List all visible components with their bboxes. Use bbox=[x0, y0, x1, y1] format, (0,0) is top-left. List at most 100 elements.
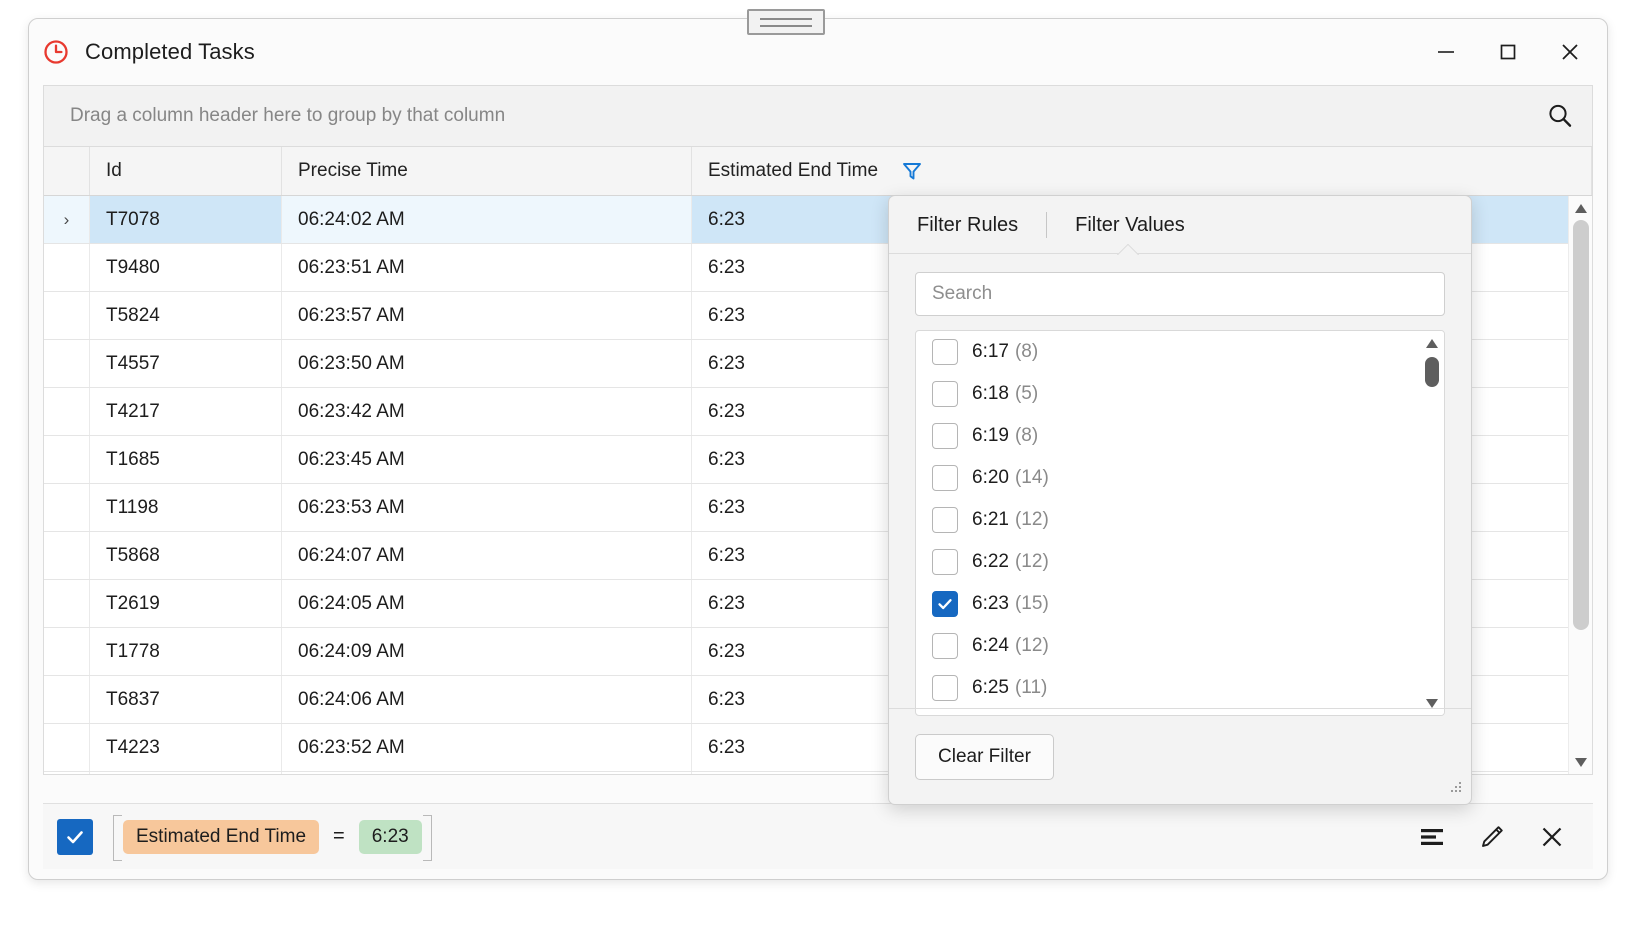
remove-filter-button[interactable] bbox=[1535, 820, 1569, 854]
filter-value-checkbox[interactable] bbox=[932, 339, 958, 365]
filter-value-count: (14) bbox=[1015, 467, 1049, 489]
filter-value-item[interactable]: 6:23(15) bbox=[916, 583, 1444, 625]
cell-precise-time[interactable]: 06:24:02 AM bbox=[282, 196, 692, 243]
cell-precise-time[interactable]: 06:24:05 AM bbox=[282, 580, 692, 627]
filter-value-item[interactable]: 6:21(12) bbox=[916, 499, 1444, 541]
close-icon bbox=[1539, 824, 1565, 850]
row-expander[interactable] bbox=[44, 292, 90, 339]
filter-value-item[interactable]: 6:22(12) bbox=[916, 541, 1444, 583]
filter-value-item[interactable]: 6:24(12) bbox=[916, 625, 1444, 667]
filter-value-count: (8) bbox=[1015, 425, 1038, 447]
filter-values-list[interactable]: 6:17(8)6:18(5)6:19(8)6:20(14)6:21(12)6:2… bbox=[915, 330, 1445, 716]
filter-value-checkbox[interactable] bbox=[932, 549, 958, 575]
cell-precise-time[interactable]: 06:23:51 AM bbox=[282, 244, 692, 291]
cell-id[interactable]: T5824 bbox=[90, 292, 282, 339]
cell-precise-time[interactable]: 06:24:09 AM bbox=[282, 628, 692, 675]
checkmark-icon bbox=[936, 595, 954, 613]
cell-id[interactable]: T2619 bbox=[90, 580, 282, 627]
window-controls bbox=[1415, 19, 1601, 85]
row-expander[interactable] bbox=[44, 724, 90, 771]
row-expander[interactable] bbox=[44, 532, 90, 579]
scroll-down-arrow-icon[interactable] bbox=[1569, 750, 1593, 774]
cell-precise-time[interactable]: 06:23:53 AM bbox=[282, 484, 692, 531]
filter-value-checkbox[interactable] bbox=[932, 591, 958, 617]
row-expander[interactable] bbox=[44, 628, 90, 675]
filter-expression: Estimated End Time = 6:23 bbox=[113, 815, 432, 859]
filter-value-checkbox[interactable] bbox=[932, 675, 958, 701]
cell-precise-time[interactable]: 06:23:45 AM bbox=[282, 436, 692, 483]
filter-value-item[interactable]: 6:25(11) bbox=[916, 667, 1444, 709]
filter-enabled-checkbox[interactable] bbox=[57, 819, 93, 855]
group-by-panel[interactable]: Drag a column header here to group by th… bbox=[43, 85, 1593, 147]
row-expander[interactable] bbox=[44, 580, 90, 627]
row-expander[interactable] bbox=[44, 340, 90, 387]
filter-popup-footer: Clear Filter bbox=[889, 708, 1471, 804]
scrollbar-track[interactable] bbox=[1569, 220, 1593, 750]
column-header-id[interactable]: Id bbox=[90, 147, 282, 195]
filter-operator[interactable]: = bbox=[333, 825, 345, 848]
filter-editor-button[interactable] bbox=[1415, 820, 1449, 854]
filter-value-label: 6:21 bbox=[972, 509, 1009, 531]
cell-id[interactable]: T4557 bbox=[90, 340, 282, 387]
clear-filter-button[interactable]: Clear Filter bbox=[915, 734, 1054, 780]
filter-value-checkbox[interactable] bbox=[932, 381, 958, 407]
filter-funnel-icon[interactable] bbox=[900, 159, 924, 183]
cell-precise-time[interactable]: 06:23:57 AM bbox=[282, 292, 692, 339]
row-expander[interactable] bbox=[44, 244, 90, 291]
tab-filter-rules[interactable]: Filter Rules bbox=[911, 214, 1024, 237]
column-header-estimated-end-time[interactable]: Estimated End Time bbox=[692, 147, 1592, 195]
filter-list-scrollbar[interactable] bbox=[1420, 331, 1444, 715]
filter-list-scroll-thumb[interactable] bbox=[1425, 357, 1439, 387]
edit-filter-button[interactable] bbox=[1475, 820, 1509, 854]
filter-value-checkbox[interactable] bbox=[932, 465, 958, 491]
filter-value-count: (15) bbox=[1015, 593, 1049, 615]
row-expander[interactable] bbox=[44, 676, 90, 723]
row-expander[interactable]: › bbox=[44, 196, 90, 243]
cell-id[interactable]: T4217 bbox=[90, 388, 282, 435]
cell-id[interactable]: T4223 bbox=[90, 724, 282, 771]
filter-value-checkbox[interactable] bbox=[932, 507, 958, 533]
filter-value-checkbox[interactable] bbox=[932, 633, 958, 659]
filter-value-item[interactable]: 6:18(5) bbox=[916, 373, 1444, 415]
filter-value-label: 6:22 bbox=[972, 551, 1009, 573]
scroll-up-arrow-icon[interactable] bbox=[1420, 331, 1444, 355]
tab-filter-values[interactable]: Filter Values bbox=[1069, 214, 1191, 237]
cell-precise-time[interactable]: 06:24:07 AM bbox=[282, 532, 692, 579]
filter-field-pill[interactable]: Estimated End Time bbox=[123, 820, 319, 854]
minimize-button[interactable] bbox=[1415, 26, 1477, 78]
filter-value-checkbox[interactable] bbox=[932, 423, 958, 449]
cell-id[interactable]: T1685 bbox=[90, 436, 282, 483]
row-expander[interactable] bbox=[44, 388, 90, 435]
cell-precise-time[interactable]: 06:23:50 AM bbox=[282, 340, 692, 387]
chevron-right-icon: › bbox=[64, 210, 70, 230]
column-header-expander bbox=[44, 147, 90, 195]
cell-precise-time[interactable]: 06:23:42 AM bbox=[282, 388, 692, 435]
window-drag-handle[interactable] bbox=[747, 9, 825, 35]
filter-value-item[interactable]: 6:19(8) bbox=[916, 415, 1444, 457]
cell-id[interactable]: T5868 bbox=[90, 532, 282, 579]
cell-id[interactable]: T6837 bbox=[90, 676, 282, 723]
filter-value-pill[interactable]: 6:23 bbox=[359, 820, 422, 854]
resize-grip-icon[interactable] bbox=[1447, 780, 1463, 796]
filter-value-item[interactable]: 6:20(14) bbox=[916, 457, 1444, 499]
screen: Completed Tasks bbox=[0, 0, 1636, 936]
column-header-precise-time[interactable]: Precise Time bbox=[282, 147, 692, 195]
scrollbar-thumb[interactable] bbox=[1573, 220, 1589, 630]
filter-popup-tabs: Filter Rules Filter Values bbox=[889, 196, 1471, 254]
cell-precise-time[interactable]: 06:24:06 AM bbox=[282, 676, 692, 723]
cell-precise-time[interactable]: 06:23:52 AM bbox=[282, 724, 692, 771]
cell-id[interactable]: T9480 bbox=[90, 244, 282, 291]
filter-value-item[interactable]: 6:17(8) bbox=[916, 331, 1444, 373]
filter-search-input[interactable] bbox=[915, 272, 1445, 316]
close-button[interactable] bbox=[1539, 26, 1601, 78]
cell-id[interactable]: T1778 bbox=[90, 628, 282, 675]
cell-id[interactable]: T7078 bbox=[90, 196, 282, 243]
search-button[interactable] bbox=[1538, 94, 1582, 138]
cell-id[interactable]: T1198 bbox=[90, 484, 282, 531]
row-expander[interactable] bbox=[44, 484, 90, 531]
maximize-button[interactable] bbox=[1477, 26, 1539, 78]
grid-vertical-scrollbar[interactable] bbox=[1568, 196, 1592, 774]
filter-values-items: 6:17(8)6:18(5)6:19(8)6:20(14)6:21(12)6:2… bbox=[916, 331, 1444, 709]
row-expander[interactable] bbox=[44, 436, 90, 483]
scroll-up-arrow-icon[interactable] bbox=[1569, 196, 1593, 220]
